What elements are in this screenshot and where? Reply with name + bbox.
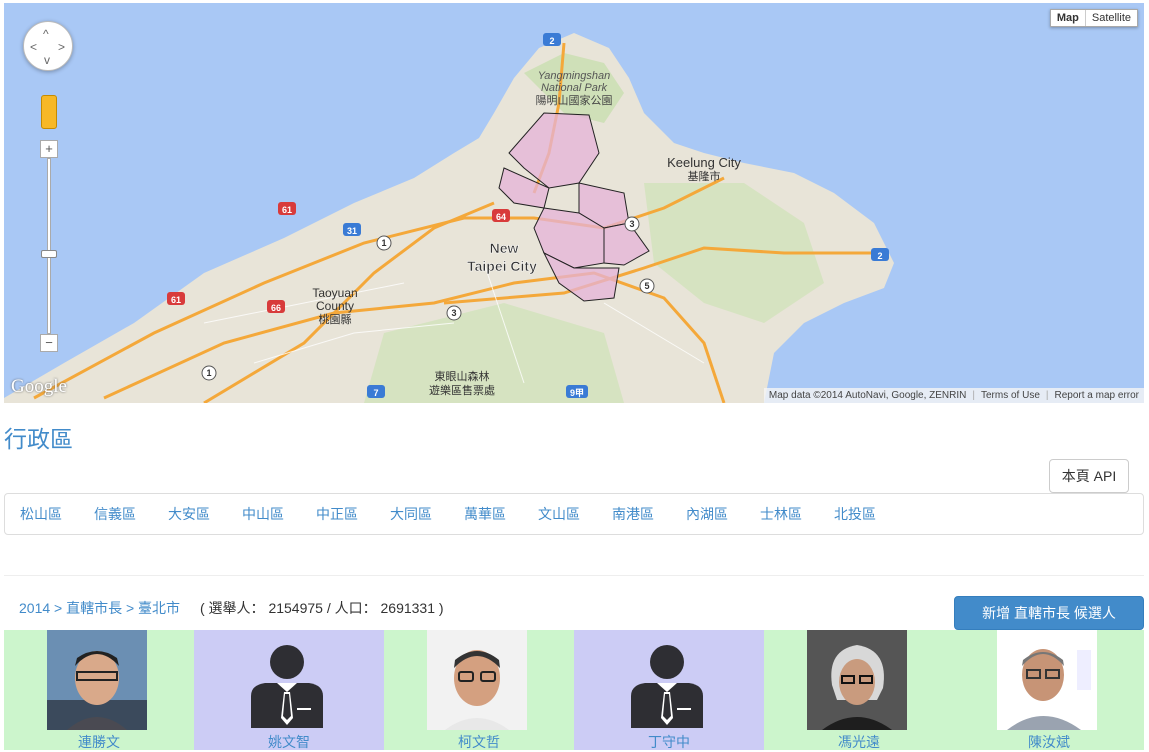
map-type-control: Map Satellite <box>1049 9 1138 27</box>
candidate-name[interactable]: 馮光遠 <box>764 732 954 752</box>
zoom-slider-thumb[interactable] <box>41 250 57 258</box>
candidate-photo-placeholder-icon[interactable] <box>617 630 717 730</box>
district-nav: 松山區 信義區 大安區 中山區 中正區 大同區 萬華區 文山區 南港區 內湖區 … <box>4 493 1144 535</box>
shield-label: 5 <box>644 281 649 291</box>
street-view-pegman-icon[interactable] <box>41 95 57 129</box>
map-label: 陽明山國家公園 <box>536 93 613 107</box>
candidate-card[interactable]: 馮光遠 <box>764 630 954 750</box>
shield-label: 2 <box>877 251 882 261</box>
map-label: 遊樂區售票處 <box>429 383 495 397</box>
shield-label: 1 <box>381 238 386 248</box>
report-map-error-link[interactable]: Report a map error <box>1055 390 1139 401</box>
district-link[interactable]: 南港區 <box>612 504 654 524</box>
zoom-in-button[interactable]: + <box>40 140 58 158</box>
pan-control[interactable]: ^ < > v <box>23 21 73 71</box>
page-api-button[interactable]: 本頁 API <box>1049 459 1129 493</box>
map-label: National Park <box>541 82 608 94</box>
candidate-name[interactable]: 連勝文 <box>4 732 194 752</box>
candidate-name[interactable]: 陳汝斌 <box>954 732 1144 752</box>
map-label: Taoyuan <box>312 286 357 300</box>
shield-label: 3 <box>629 219 634 229</box>
shield-label: 1 <box>206 368 211 378</box>
google-logo: Google <box>11 376 67 397</box>
page-title: 行政區 <box>4 426 73 452</box>
zoom-out-button[interactable]: − <box>40 334 58 352</box>
candidate-card[interactable]: 陳汝斌 <box>954 630 1144 750</box>
candidate-name[interactable]: 姚文智 <box>194 732 384 752</box>
district-link[interactable]: 大安區 <box>168 504 210 524</box>
district-link[interactable]: 大同區 <box>390 504 432 524</box>
map-view[interactable]: 2 61 64 31 1 3 5 2 61 66 3 1 7 9甲 Yangmi… <box>4 3 1144 403</box>
election-stats: ( 選舉人： 2154975 / 人口： 2691331 ) <box>200 600 444 616</box>
candidate-name[interactable]: 丁守中 <box>574 732 764 752</box>
district-link[interactable]: 北投區 <box>834 504 876 524</box>
shield-label: 9甲 <box>570 388 584 398</box>
map-type-map-button[interactable]: Map <box>1051 10 1086 26</box>
candidate-photo[interactable] <box>427 630 527 730</box>
shield-label: 61 <box>282 205 292 215</box>
shield-label: 61 <box>171 295 181 305</box>
shield-label: 3 <box>451 308 456 318</box>
zoom-control: + − <box>40 140 58 352</box>
candidate-card[interactable]: 連勝文 <box>4 630 194 750</box>
district-link[interactable]: 松山區 <box>20 504 62 524</box>
shield-label: 64 <box>496 212 506 222</box>
district-link[interactable]: 文山區 <box>538 504 580 524</box>
map-type-satellite-button[interactable]: Satellite <box>1086 10 1137 26</box>
map-label: Yangmingshan <box>538 70 611 82</box>
candidate-name[interactable]: 柯文哲 <box>384 732 574 752</box>
pan-right-icon[interactable]: > <box>58 41 65 53</box>
district-link[interactable]: 中正區 <box>316 504 358 524</box>
zoom-slider-track <box>47 158 51 334</box>
map-label: New <box>490 240 519 256</box>
district-link[interactable]: 萬華區 <box>464 504 506 524</box>
pan-left-icon[interactable]: < <box>30 41 37 53</box>
candidate-photo-placeholder-icon[interactable] <box>237 630 337 730</box>
pan-down-icon[interactable]: v <box>44 54 50 66</box>
zoom-slider[interactable] <box>40 158 58 334</box>
map-label: Taipei City <box>467 258 537 274</box>
terms-of-use-link[interactable]: Terms of Use <box>981 390 1040 401</box>
candidate-card[interactable]: 姚文智 <box>194 630 384 750</box>
district-link[interactable]: 內湖區 <box>686 504 728 524</box>
section-divider <box>4 575 1144 576</box>
candidate-list: 連勝文 姚文智 柯文哲 丁守中 馮光遠 陳汝斌 <box>4 630 1144 750</box>
candidate-photo[interactable] <box>47 630 147 730</box>
candidate-card[interactable]: 柯文哲 <box>384 630 574 750</box>
map-data-credit: Map data ©2014 AutoNavi, Google, ZENRIN <box>768 390 967 401</box>
map-label: 基隆市 <box>688 169 721 183</box>
map-attribution: Map data ©2014 AutoNavi, Google, ZENRIN … <box>763 388 1144 403</box>
district-link[interactable]: 士林區 <box>760 504 802 524</box>
map-label: Keelung City <box>667 155 741 170</box>
shield-label: 31 <box>347 226 357 236</box>
map-label: 桃園縣 <box>319 312 352 326</box>
map-canvas[interactable]: 2 61 64 31 1 3 5 2 61 66 3 1 7 9甲 Yangmi… <box>4 3 1144 403</box>
election-breadcrumb[interactable]: 2014 > 直轄市長 > 臺北市 <box>19 598 180 618</box>
map-label: 東眼山森林 <box>435 369 490 383</box>
shield-label: 7 <box>373 388 378 398</box>
district-link[interactable]: 中山區 <box>242 504 284 524</box>
candidate-card[interactable]: 丁守中 <box>574 630 764 750</box>
shield-label: 66 <box>271 303 281 313</box>
map-label: County <box>316 299 354 313</box>
shield-label: 2 <box>549 36 554 46</box>
candidate-photo[interactable] <box>807 630 907 730</box>
pan-up-icon[interactable]: ^ <box>43 28 49 40</box>
district-link[interactable]: 信義區 <box>94 504 136 524</box>
candidate-photo[interactable] <box>997 630 1097 730</box>
add-candidate-button[interactable]: 新增 直轄市長 候選人 <box>954 596 1144 630</box>
